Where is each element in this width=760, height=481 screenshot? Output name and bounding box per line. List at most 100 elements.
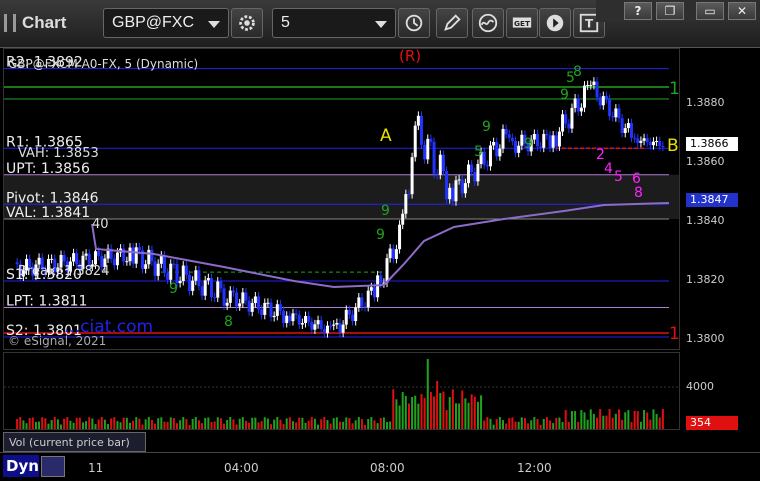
candle-body — [482, 151, 486, 165]
dynamic-mode-button[interactable]: Dyn — [3, 455, 39, 477]
interval-combobox[interactable]: 5 — [272, 8, 396, 38]
candle-body — [162, 255, 166, 273]
volume-bar — [633, 410, 636, 429]
candle-body — [363, 306, 367, 308]
volume-bar — [599, 409, 602, 429]
time-template-button[interactable] — [398, 8, 430, 38]
candle-body — [335, 322, 339, 325]
volume-bar — [586, 419, 589, 429]
volume-bar — [483, 420, 486, 429]
a-marker: A — [380, 126, 392, 146]
candle-body — [372, 287, 376, 298]
volume-bar — [345, 417, 348, 429]
volume-bar — [97, 419, 100, 429]
volume-bar — [276, 417, 279, 429]
candle-body — [520, 134, 524, 146]
volume-bar — [81, 422, 84, 429]
price-pane[interactable]: R2: 1.3892 R1: 1.3865 UPT: 1.3856 Pivot: 1.… — [3, 48, 680, 350]
td-sequence-number-magenta: 5 — [614, 169, 623, 185]
volume-bar — [110, 418, 113, 429]
volume-bar — [583, 412, 586, 429]
play-button[interactable] — [539, 8, 571, 38]
chart-tab[interactable]: Chart — [4, 8, 66, 38]
candle-body — [159, 255, 163, 264]
volume-bar — [60, 424, 63, 429]
candle-body — [630, 123, 634, 138]
candle-body — [322, 328, 326, 334]
volume-bar — [555, 417, 558, 429]
svg-text:T: T — [585, 17, 594, 31]
get-data-button[interactable]: GET — [506, 8, 538, 38]
chevron-down-icon[interactable] — [375, 21, 387, 28]
candle-body — [360, 297, 364, 307]
volume-chart — [4, 359, 679, 429]
chevron-down-icon[interactable] — [208, 21, 220, 28]
studies-button[interactable] — [472, 8, 504, 38]
help-button[interactable]: ? — [624, 2, 652, 20]
candle-body — [413, 125, 417, 158]
volume-bar — [630, 422, 633, 429]
candle-body — [147, 249, 151, 265]
volume-bar — [458, 403, 461, 429]
volume-bar — [386, 422, 389, 429]
volume-bar — [389, 421, 392, 429]
restore-button[interactable]: ❐ — [656, 2, 684, 20]
candle-body — [451, 187, 455, 202]
volume-bar — [19, 417, 22, 429]
link-icon[interactable] — [41, 456, 65, 477]
volume-bar — [549, 420, 552, 429]
volume-bar — [577, 421, 580, 429]
volume-bar — [47, 423, 50, 429]
td-sequence-number: 9 — [560, 87, 569, 103]
candle-body — [567, 123, 571, 129]
volume-bar — [429, 392, 432, 429]
candle-body — [498, 148, 502, 157]
candle-body — [197, 270, 201, 287]
candle-body — [357, 297, 361, 308]
volume-bar — [567, 421, 570, 429]
candle-body — [247, 300, 251, 312]
maximize-button[interactable]: ▭ — [696, 2, 724, 20]
candle-body — [410, 157, 414, 195]
window-controls: ? ❐ ▭ ✕ — [596, 0, 760, 22]
volume-bar — [329, 423, 332, 429]
draw-tools-button[interactable] — [436, 8, 468, 38]
price-chart: R2: 1.3892R1: 1.3865UPT: 1.3856Pivot: 1.… — [4, 49, 679, 348]
candle-body — [495, 142, 499, 157]
play-icon — [546, 14, 564, 32]
volume-bar — [614, 413, 617, 429]
volume-bar — [185, 419, 188, 429]
volume-bar — [266, 418, 269, 429]
candle-body — [604, 96, 608, 100]
volume-bar — [113, 417, 116, 429]
candle-body — [304, 316, 308, 324]
candle-body — [570, 107, 574, 129]
symbol-combobox[interactable]: GBP@FXC — [103, 8, 229, 38]
candle-body — [551, 135, 555, 148]
volume-bar — [176, 423, 178, 429]
close-button[interactable]: ✕ — [728, 2, 756, 20]
volume-bar — [31, 417, 34, 429]
candle-body — [592, 81, 596, 86]
volume-bar — [41, 417, 44, 429]
volume-bar — [580, 410, 583, 429]
volume-bar — [530, 420, 533, 429]
volume-bar — [511, 417, 514, 429]
candle-body — [134, 247, 138, 264]
candle-body — [598, 97, 602, 106]
candle-body — [658, 141, 662, 146]
volume-bar — [144, 419, 147, 429]
volume-pane[interactable] — [3, 352, 680, 430]
volume-bar — [66, 417, 69, 429]
volume-bar — [304, 422, 307, 429]
volume-bar — [122, 417, 125, 429]
candle-body — [542, 134, 546, 148]
volume-bar — [592, 413, 595, 429]
candle-body — [253, 296, 257, 304]
td-sequence-number-magenta: 4 — [604, 161, 613, 177]
candle-body — [347, 309, 351, 315]
symbol-settings-button[interactable] — [231, 8, 263, 38]
volume-bar — [201, 423, 204, 429]
volume-study-label[interactable]: Vol (current price bar) — [3, 432, 146, 452]
volume-bar — [476, 401, 479, 429]
